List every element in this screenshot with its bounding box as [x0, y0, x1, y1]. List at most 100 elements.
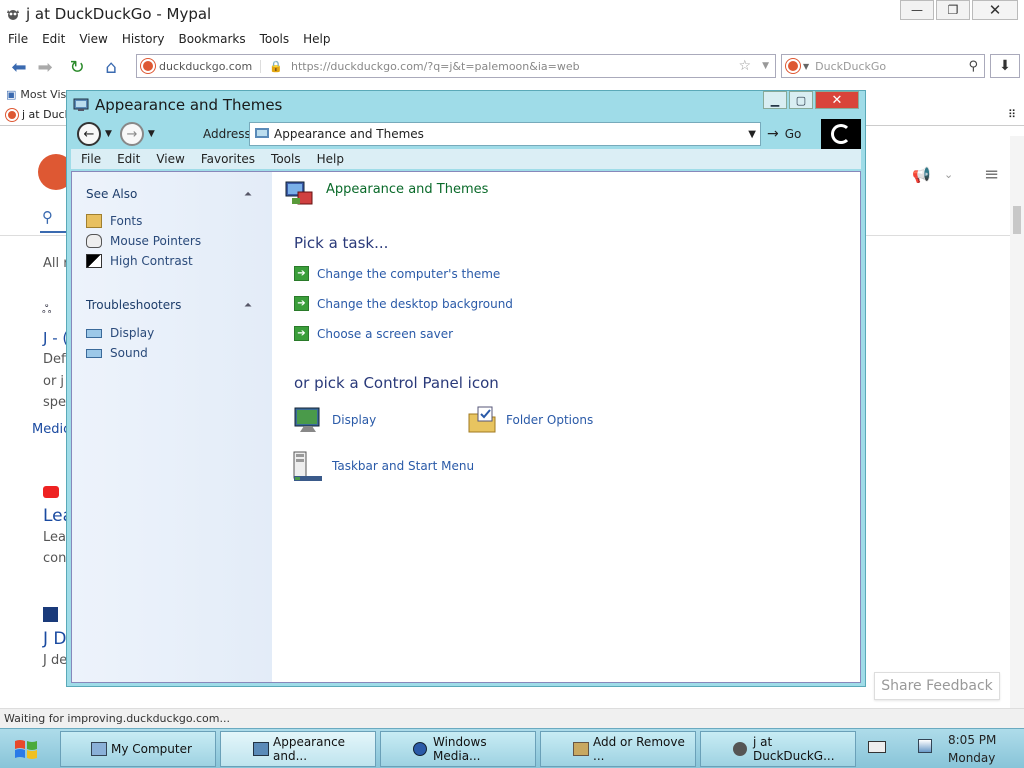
explorer-minimize-button[interactable]: ▁	[763, 91, 787, 109]
troubleshooter-display[interactable]: Display	[86, 326, 154, 340]
troubleshooter-sound[interactable]: Sound	[86, 346, 148, 360]
minimize-button[interactable]: —	[900, 0, 934, 20]
result-title-3[interactable]: J D	[43, 629, 67, 649]
explorer-toolbar: ← ▼ → ▼ Address Appearance and Themes ▼ …	[67, 119, 865, 149]
cp-icon-display[interactable]: Display	[292, 404, 376, 436]
troubleshooter-sound-label: Sound	[110, 346, 148, 360]
menu-file[interactable]: File	[8, 32, 28, 46]
see-also-collapse-icon[interactable]: ⏶	[244, 189, 252, 200]
explorer-menu-tools[interactable]: Tools	[271, 152, 301, 166]
windows-throbber	[821, 119, 861, 149]
appearance-themes-icon	[285, 181, 313, 205]
task-change-background[interactable]: ➔ Change the desktop background	[294, 296, 513, 311]
taskbar-button-windows-media[interactable]: Windows Media...	[380, 731, 536, 767]
keyboard-icon[interactable]	[868, 741, 886, 753]
close-button[interactable]: ✕	[972, 0, 1018, 20]
result-link-medic[interactable]: Medic	[32, 422, 70, 437]
control-panel-icon	[253, 742, 269, 756]
cp-icon-folder-options[interactable]: Folder Options	[466, 404, 593, 436]
explorer-menu-view[interactable]: View	[156, 152, 184, 166]
menu-tools[interactable]: Tools	[260, 32, 290, 46]
forward-button[interactable]: ➡	[32, 54, 58, 80]
bookmark-folder-icon: ▣	[6, 87, 17, 101]
page-scrollbar[interactable]	[1010, 136, 1024, 710]
explorer-back-button[interactable]: ←	[77, 122, 101, 146]
url-site-identity[interactable]: duckduckgo.com	[159, 59, 262, 73]
search-bar[interactable]: ▼ DuckDuckGo ⚲	[781, 54, 985, 78]
address-bar[interactable]: Appearance and Themes ▼	[249, 122, 761, 146]
megaphone-icon[interactable]: 📢	[912, 166, 931, 184]
star-icon[interactable]: ☆	[738, 58, 751, 74]
search-icon[interactable]: ⚲	[968, 59, 978, 74]
share-feedback-button[interactable]: Share Feedback	[874, 672, 1000, 700]
start-button[interactable]	[8, 735, 44, 763]
explorer-menu-favorites[interactable]: Favorites	[201, 152, 255, 166]
bookmark-most-visited[interactable]: Most Vis	[20, 88, 66, 101]
explorer-maximize-button[interactable]: ▢	[789, 91, 813, 109]
download-button[interactable]: ⬇	[990, 54, 1020, 78]
tab-list-icon[interactable]: ⠿	[1008, 108, 1016, 121]
address-dropdown-icon[interactable]: ▼	[748, 129, 756, 140]
tab-favicon-icon	[6, 108, 18, 121]
explorer-menu-edit[interactable]: Edit	[117, 152, 140, 166]
taskbar-button-add-remove[interactable]: Add or Remove ...	[540, 731, 696, 767]
see-also-fonts[interactable]: Fonts	[86, 214, 142, 228]
menu-history[interactable]: History	[122, 32, 165, 46]
task-change-background-label: Change the desktop background	[317, 296, 513, 311]
back-button[interactable]: ⬅	[6, 54, 32, 80]
home-button[interactable]: ⌂	[98, 54, 124, 80]
clock-time[interactable]: 8:05 PM	[948, 733, 996, 747]
menu-view[interactable]: View	[79, 32, 107, 46]
explorer-menu-file[interactable]: File	[81, 152, 101, 166]
see-also-mouse-pointers-label: Mouse Pointers	[110, 234, 202, 248]
url-bar[interactable]: duckduckgo.com 🔒 https://duckduckgo.com/…	[136, 54, 776, 78]
see-also-header[interactable]: See Also	[86, 187, 137, 201]
high-contrast-icon	[86, 254, 102, 268]
explorer-menu-help[interactable]: Help	[317, 152, 344, 166]
explorer-forward-button[interactable]: →	[119, 122, 144, 146]
result-title-1[interactable]: J - (	[43, 329, 68, 347]
see-also-high-contrast[interactable]: High Contrast	[86, 254, 193, 268]
search-placeholder: DuckDuckGo	[815, 59, 887, 73]
troubleshooters-header[interactable]: Troubleshooters	[86, 298, 181, 312]
engine-dropdown-icon[interactable]: ▼	[803, 62, 809, 71]
network-icon[interactable]	[918, 739, 932, 753]
cp-icon-taskbar-start-menu-label: Taskbar and Start Menu	[332, 459, 475, 473]
task-change-theme[interactable]: ➔ Change the computer's theme	[294, 266, 500, 281]
taskbar-button-my-computer[interactable]: My Computer	[60, 731, 216, 767]
taskbar: My Computer Appearance and... Windows Me…	[0, 728, 1024, 768]
search-tab-icon[interactable]: ⚲	[42, 208, 53, 226]
result-snippet-2b: con	[43, 551, 67, 566]
url-dropdown-icon[interactable]: ▼	[762, 61, 769, 71]
tab-ddg[interactable]: j at Duck	[22, 108, 71, 121]
menu-edit[interactable]: Edit	[42, 32, 65, 46]
loading-ring-icon	[831, 124, 851, 144]
explorer-title: Appearance and Themes	[95, 96, 283, 114]
search-engine-icon[interactable]	[786, 59, 800, 73]
troubleshooters-collapse-icon[interactable]: ⏶	[244, 300, 252, 311]
see-also-mouse-pointers[interactable]: Mouse Pointers	[86, 234, 201, 248]
menu-bookmarks[interactable]: Bookmarks	[179, 32, 246, 46]
reload-icon: ↻	[69, 56, 85, 78]
maximize-button[interactable]: ❐	[936, 0, 970, 20]
taskbar-button-duckduckgo[interactable]: j at DuckDuckG...	[700, 731, 856, 767]
content-pane: Appearance and Themes Pick a task... ➔ C…	[272, 172, 860, 682]
or-pick-heading: or pick a Control Panel icon	[294, 374, 499, 392]
chevron-down-icon[interactable]: ⌄	[944, 168, 953, 181]
explorer-window: Appearance and Themes ▁ ▢ ✕ ← ▼ → ▼ Addr…	[66, 90, 866, 687]
my-computer-icon	[91, 742, 107, 756]
go-button[interactable]: → Go	[767, 126, 801, 142]
explorer-close-button[interactable]: ✕	[815, 91, 859, 109]
clock-day[interactable]: Monday	[948, 751, 995, 765]
reload-button[interactable]: ↻	[64, 54, 90, 80]
back-history-dropdown-icon[interactable]: ▼	[105, 129, 112, 139]
hamburger-menu-icon[interactable]: ≡	[984, 164, 999, 185]
task-screen-saver[interactable]: ➔ Choose a screen saver	[294, 326, 453, 341]
forward-history-dropdown-icon[interactable]: ▼	[148, 129, 155, 139]
scrollbar-thumb[interactable]	[1013, 206, 1021, 234]
menu-help[interactable]: Help	[303, 32, 330, 46]
cp-icon-taskbar-start-menu[interactable]: Taskbar and Start Menu	[292, 450, 474, 482]
taskbar-button-appearance[interactable]: Appearance and...	[220, 731, 376, 767]
browser-statusbar: Waiting for improving.duckduckgo.com...	[0, 708, 1024, 728]
forward-arrow-icon: →	[126, 126, 138, 142]
